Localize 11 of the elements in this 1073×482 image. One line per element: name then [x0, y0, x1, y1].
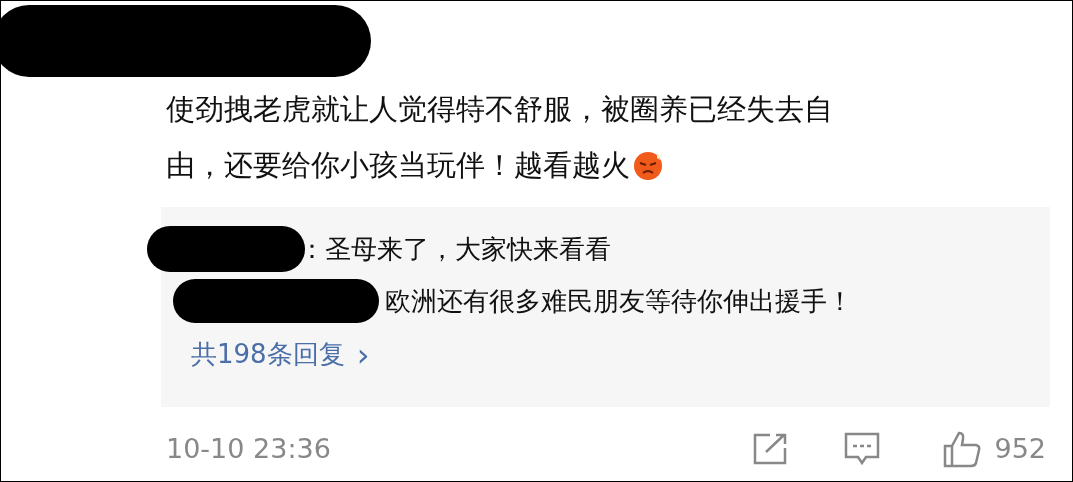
thumbs-up-icon[interactable]: [942, 429, 983, 470]
timestamp: 10-10 23:36: [166, 432, 331, 466]
angry-face-icon: [632, 149, 664, 181]
comment-text: 由，还要给你小孩当玩伴！越看越火: [166, 147, 630, 184]
like-count: 952: [994, 432, 1046, 466]
comment-text: 使劲拽老虎就让人觉得特不舒服，被圈养已经失去自: [166, 91, 833, 128]
reply-text: ：圣母来了，大家快来看看: [299, 232, 611, 266]
share-icon[interactable]: [752, 432, 789, 467]
reply-text: 欧洲还有很多难民朋友等待你伸出援手！: [385, 284, 853, 318]
more-replies-link[interactable]: 共198条回复 ›: [191, 335, 370, 374]
comment-icon[interactable]: [844, 431, 881, 468]
